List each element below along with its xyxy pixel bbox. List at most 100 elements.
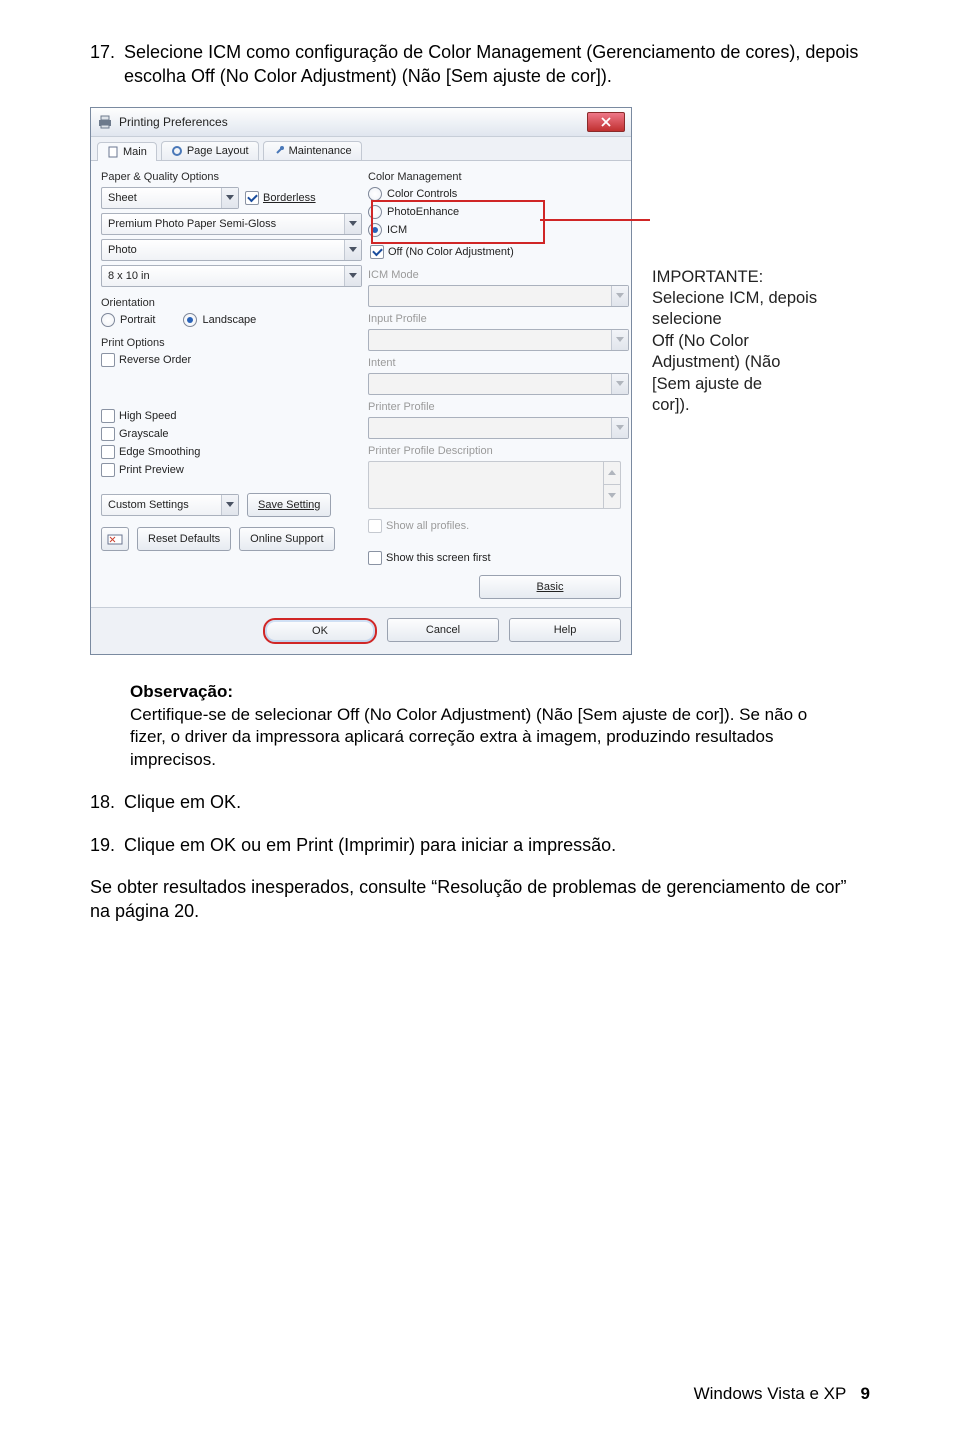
wrench-icon xyxy=(273,145,285,157)
chevron-down-icon xyxy=(221,188,238,208)
reset-icon xyxy=(107,532,123,546)
custom-settings-dropdown[interactable]: Custom Settings xyxy=(101,494,239,516)
t: . xyxy=(236,792,241,812)
reverse-order-check[interactable]: Reverse Order xyxy=(101,353,354,367)
chevron-down-icon xyxy=(611,374,628,394)
intent-dropdown xyxy=(368,373,629,395)
paper-dropdown[interactable]: Premium Photo Paper Semi-Gloss xyxy=(101,213,362,235)
high-speed-check[interactable]: High Speed xyxy=(101,409,354,423)
basic-button[interactable]: Basic xyxy=(479,575,621,599)
checkbox-icon xyxy=(101,427,115,441)
close-button[interactable] xyxy=(587,112,625,132)
step-17: 17. Selecione ICM como configuração de C… xyxy=(90,40,870,89)
orientation-label: Orientation xyxy=(101,297,354,309)
intent-label: Intent xyxy=(368,357,621,369)
note-label: Observação: xyxy=(130,682,233,701)
tab-page-layout[interactable]: Page Layout xyxy=(161,141,259,160)
tab-main[interactable]: Main xyxy=(97,142,157,161)
step-number: 17. xyxy=(90,40,124,89)
label: Grayscale xyxy=(119,428,169,440)
value: Premium Photo Paper Semi-Gloss xyxy=(108,218,276,230)
left-column: Paper & Quality Options Sheet Borderless… xyxy=(101,169,354,599)
chevron-down-icon xyxy=(611,286,628,306)
save-setting-button[interactable]: Save Setting xyxy=(247,493,331,517)
label: Print Preview xyxy=(119,464,184,476)
tab-bar: Main Page Layout Maintenance xyxy=(91,137,631,160)
icm-mode-dropdown xyxy=(368,285,629,307)
t: Off (No Color xyxy=(652,332,749,350)
step-19: 19. Clique em OK ou em Print (Imprimir) … xyxy=(90,833,870,857)
printer-profile-label: Printer Profile xyxy=(368,401,621,413)
tab-label: Page Layout xyxy=(187,145,249,157)
ok-button[interactable]: OK xyxy=(263,618,377,644)
ppd-label: Printer Profile Description xyxy=(368,445,621,457)
chevron-down-icon xyxy=(608,493,616,499)
figure-row: Printing Preferences Main Page Layout Ma… xyxy=(90,107,870,655)
chevron-down-icon xyxy=(221,495,238,515)
dialog-footer: OK Cancel Help xyxy=(91,607,631,654)
t: (Imprimir) para iniciar a impressão. xyxy=(333,835,616,855)
dialog-body: Paper & Quality Options Sheet Borderless… xyxy=(91,160,631,607)
note: Observação: Certifique-se de selecionar … xyxy=(130,681,830,773)
bold: Off (No Color Adjustment) xyxy=(337,705,531,724)
printer-icon xyxy=(97,115,113,129)
input-profile-label: Input Profile xyxy=(368,313,621,325)
section-name: Windows Vista e XP xyxy=(694,1384,847,1403)
t: Print xyxy=(296,835,333,855)
group-label: Color Management xyxy=(368,171,621,183)
t: [Sem ajuste de xyxy=(652,375,762,393)
sheet-dropdown[interactable]: Sheet xyxy=(101,187,239,209)
label: Show all profiles. xyxy=(386,520,469,532)
after-list: 18. Clique em OK. 19. Clique em OK ou em… xyxy=(90,790,870,857)
checkbox-icon xyxy=(101,353,115,367)
callout-text: cor]). xyxy=(652,395,857,416)
color-controls-radio[interactable]: Color Controls xyxy=(368,187,621,201)
landscape-radio[interactable]: Landscape xyxy=(183,313,256,327)
cancel-button[interactable]: Cancel xyxy=(387,618,499,642)
checkbox-icon xyxy=(101,409,115,423)
portrait-radio[interactable]: Portrait xyxy=(101,313,155,327)
online-support-button[interactable]: Online Support xyxy=(239,527,334,551)
label: Edge Smoothing xyxy=(119,446,200,458)
edge-smoothing-check[interactable]: Edge Smoothing xyxy=(101,445,354,459)
quality-dropdown[interactable]: Photo xyxy=(101,239,362,261)
step-text: Clique em OK ou em Print (Imprimir) para… xyxy=(124,833,870,857)
show-all-profiles-check: Show all profiles. xyxy=(368,519,621,533)
show-first-check[interactable]: Show this screen first xyxy=(368,551,491,565)
checkbox-icon xyxy=(101,445,115,459)
t: Selecione xyxy=(124,42,208,62)
radio-icon xyxy=(368,187,382,201)
label: PhotoEnhance xyxy=(387,206,459,218)
checkbox-icon xyxy=(368,519,382,533)
tab-maintenance[interactable]: Maintenance xyxy=(263,141,362,160)
radio-icon xyxy=(183,313,197,327)
stepper xyxy=(603,462,620,508)
borderless-check[interactable]: Borderless xyxy=(245,191,316,205)
t: (Não [Sem ajuste de cor]). xyxy=(397,66,612,86)
group-label: Paper & Quality Options xyxy=(101,171,354,183)
label: Borderless xyxy=(263,192,316,204)
t: (Não xyxy=(740,353,780,371)
chevron-down-icon xyxy=(344,214,361,234)
off-no-color-check[interactable]: Off (No Color Adjustment) xyxy=(370,245,621,259)
reset-defaults-button[interactable]: Reset Defaults xyxy=(137,527,231,551)
size-dropdown[interactable]: 8 x 10 in xyxy=(101,265,362,287)
checkbox-icon xyxy=(370,245,384,259)
value: Custom Settings xyxy=(108,499,189,511)
grayscale-check[interactable]: Grayscale xyxy=(101,427,354,441)
dialog-title: Printing Preferences xyxy=(119,115,228,129)
radio-icon xyxy=(101,313,115,327)
reset-icon-button[interactable] xyxy=(101,527,129,551)
callout-line xyxy=(540,219,650,221)
closing-paragraph: Se obter resultados inesperados, consult… xyxy=(90,875,870,924)
radio-icon xyxy=(368,223,382,237)
value: Sheet xyxy=(108,192,137,204)
help-button[interactable]: Help xyxy=(509,618,621,642)
right-column: Color Management Color Controls PhotoEnh… xyxy=(368,169,621,599)
photoenhance-radio[interactable]: PhotoEnhance xyxy=(368,205,621,219)
print-preview-check[interactable]: Print Preview xyxy=(101,463,354,477)
icm-mode-label: ICM Mode xyxy=(368,269,621,281)
icm-radio[interactable]: ICM xyxy=(368,223,621,237)
tab-label: Maintenance xyxy=(289,145,352,157)
t: Clique em xyxy=(124,792,210,812)
